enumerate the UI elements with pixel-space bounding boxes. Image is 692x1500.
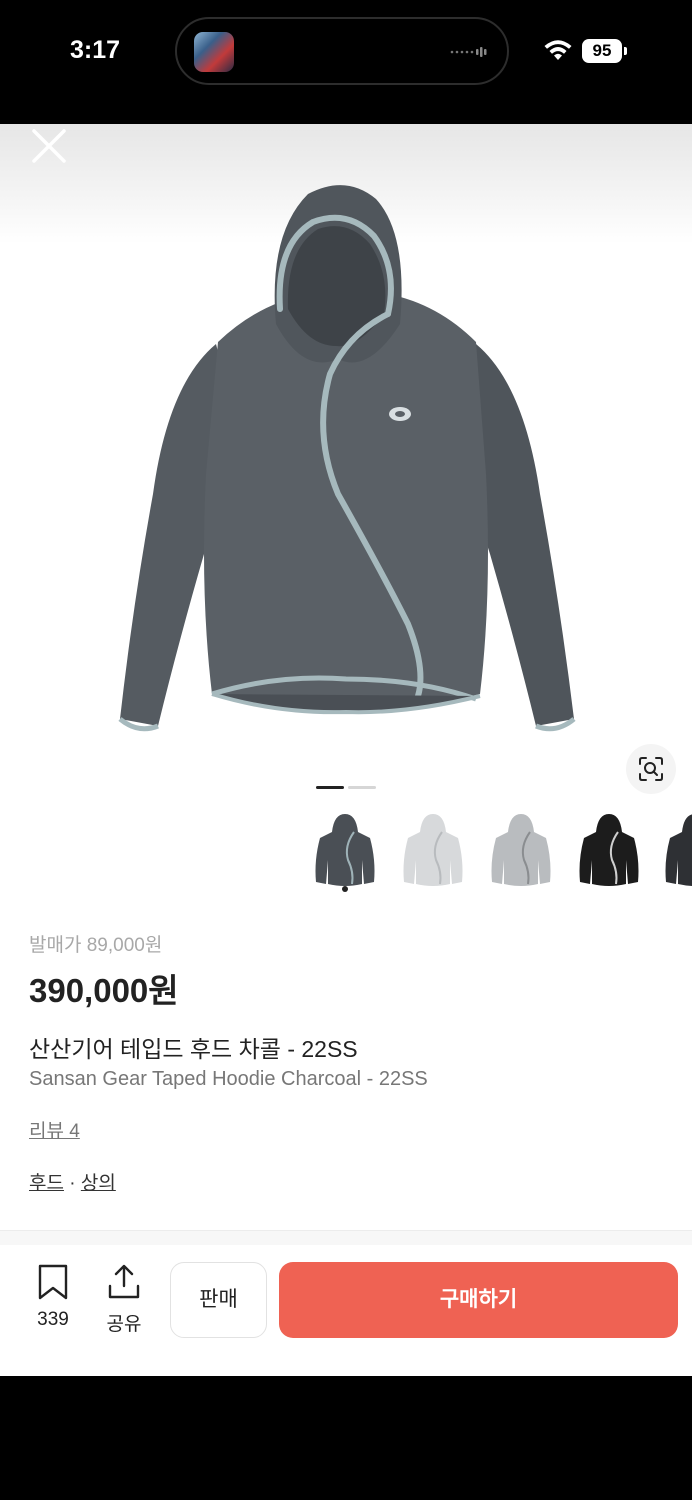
audio-wave-icon: [450, 47, 487, 57]
bookmark-count: 339: [37, 1309, 69, 1330]
thumbnail-dark-navy[interactable]: [660, 810, 692, 890]
share-label: 공유: [106, 1314, 142, 1335]
product-name-korean: 산산기어 테입드 후드 차콜 - 22SS: [29, 1036, 358, 1062]
sell-button[interactable]: 판매: [170, 1262, 267, 1338]
thumbnail-hoodie-image: [665, 814, 692, 886]
visual-search-button[interactable]: [626, 744, 676, 794]
share-button[interactable]: 공유: [101, 1264, 147, 1336]
battery-indicator: 95: [582, 39, 622, 63]
thumbnail-black[interactable]: [574, 810, 644, 890]
close-icon[interactable]: [30, 127, 68, 165]
page-indicator-inactive: [348, 786, 376, 789]
thumbnail-hoodie-image: [491, 814, 551, 886]
battery-tip: [624, 47, 627, 55]
product-name-english: Sansan Gear Taped Hoodie Charcoal - 22SS: [29, 1068, 428, 1090]
thumbnail-hoodie-image: [579, 814, 639, 886]
wifi-icon: [544, 40, 572, 60]
status-bar: 3:17 95: [0, 0, 692, 124]
product-image: [118, 185, 576, 732]
category-link-hood[interactable]: 후드: [29, 1173, 64, 1194]
buy-button[interactable]: 구매하기: [279, 1262, 678, 1338]
thumbnail-hoodie-image: [403, 814, 463, 886]
category-link-top[interactable]: 상의: [81, 1173, 116, 1194]
visual-search-icon: [639, 757, 663, 781]
category-separator: ·: [63, 1173, 81, 1194]
now-playing-app-icon: [194, 32, 234, 72]
status-time: 3:17: [70, 36, 121, 64]
bottom-action-bar: 339 공유 판매 구매하기: [0, 1246, 692, 1376]
bookmark-button[interactable]: 339: [30, 1264, 76, 1331]
release-price: 발매가 89,000원: [29, 935, 163, 956]
home-indicator-area: [0, 1376, 692, 1500]
thumbnail-light-grey[interactable]: [398, 810, 468, 890]
bookmark-icon: [38, 1264, 68, 1300]
section-divider: [0, 1230, 692, 1245]
page-indicator-active: [316, 786, 344, 789]
current-price: 390,000원: [29, 972, 179, 1009]
category-breadcrumb: 후드 · 상의: [29, 1168, 116, 1195]
color-thumbnail-list: [0, 810, 692, 910]
dynamic-island[interactable]: [175, 17, 509, 85]
thumbnail-charcoal[interactable]: [310, 810, 380, 890]
thumbnail-hoodie-image: [315, 814, 375, 886]
selected-thumbnail-dot: [342, 886, 348, 892]
product-page: 발매가 89,000원 390,000원 산산기어 테입드 후드 차콜 - 22…: [0, 124, 692, 1376]
review-link[interactable]: 리뷰 4: [29, 1116, 80, 1143]
product-image-gallery[interactable]: [0, 124, 692, 814]
share-icon: [108, 1264, 140, 1299]
thumbnail-grey[interactable]: [486, 810, 556, 890]
